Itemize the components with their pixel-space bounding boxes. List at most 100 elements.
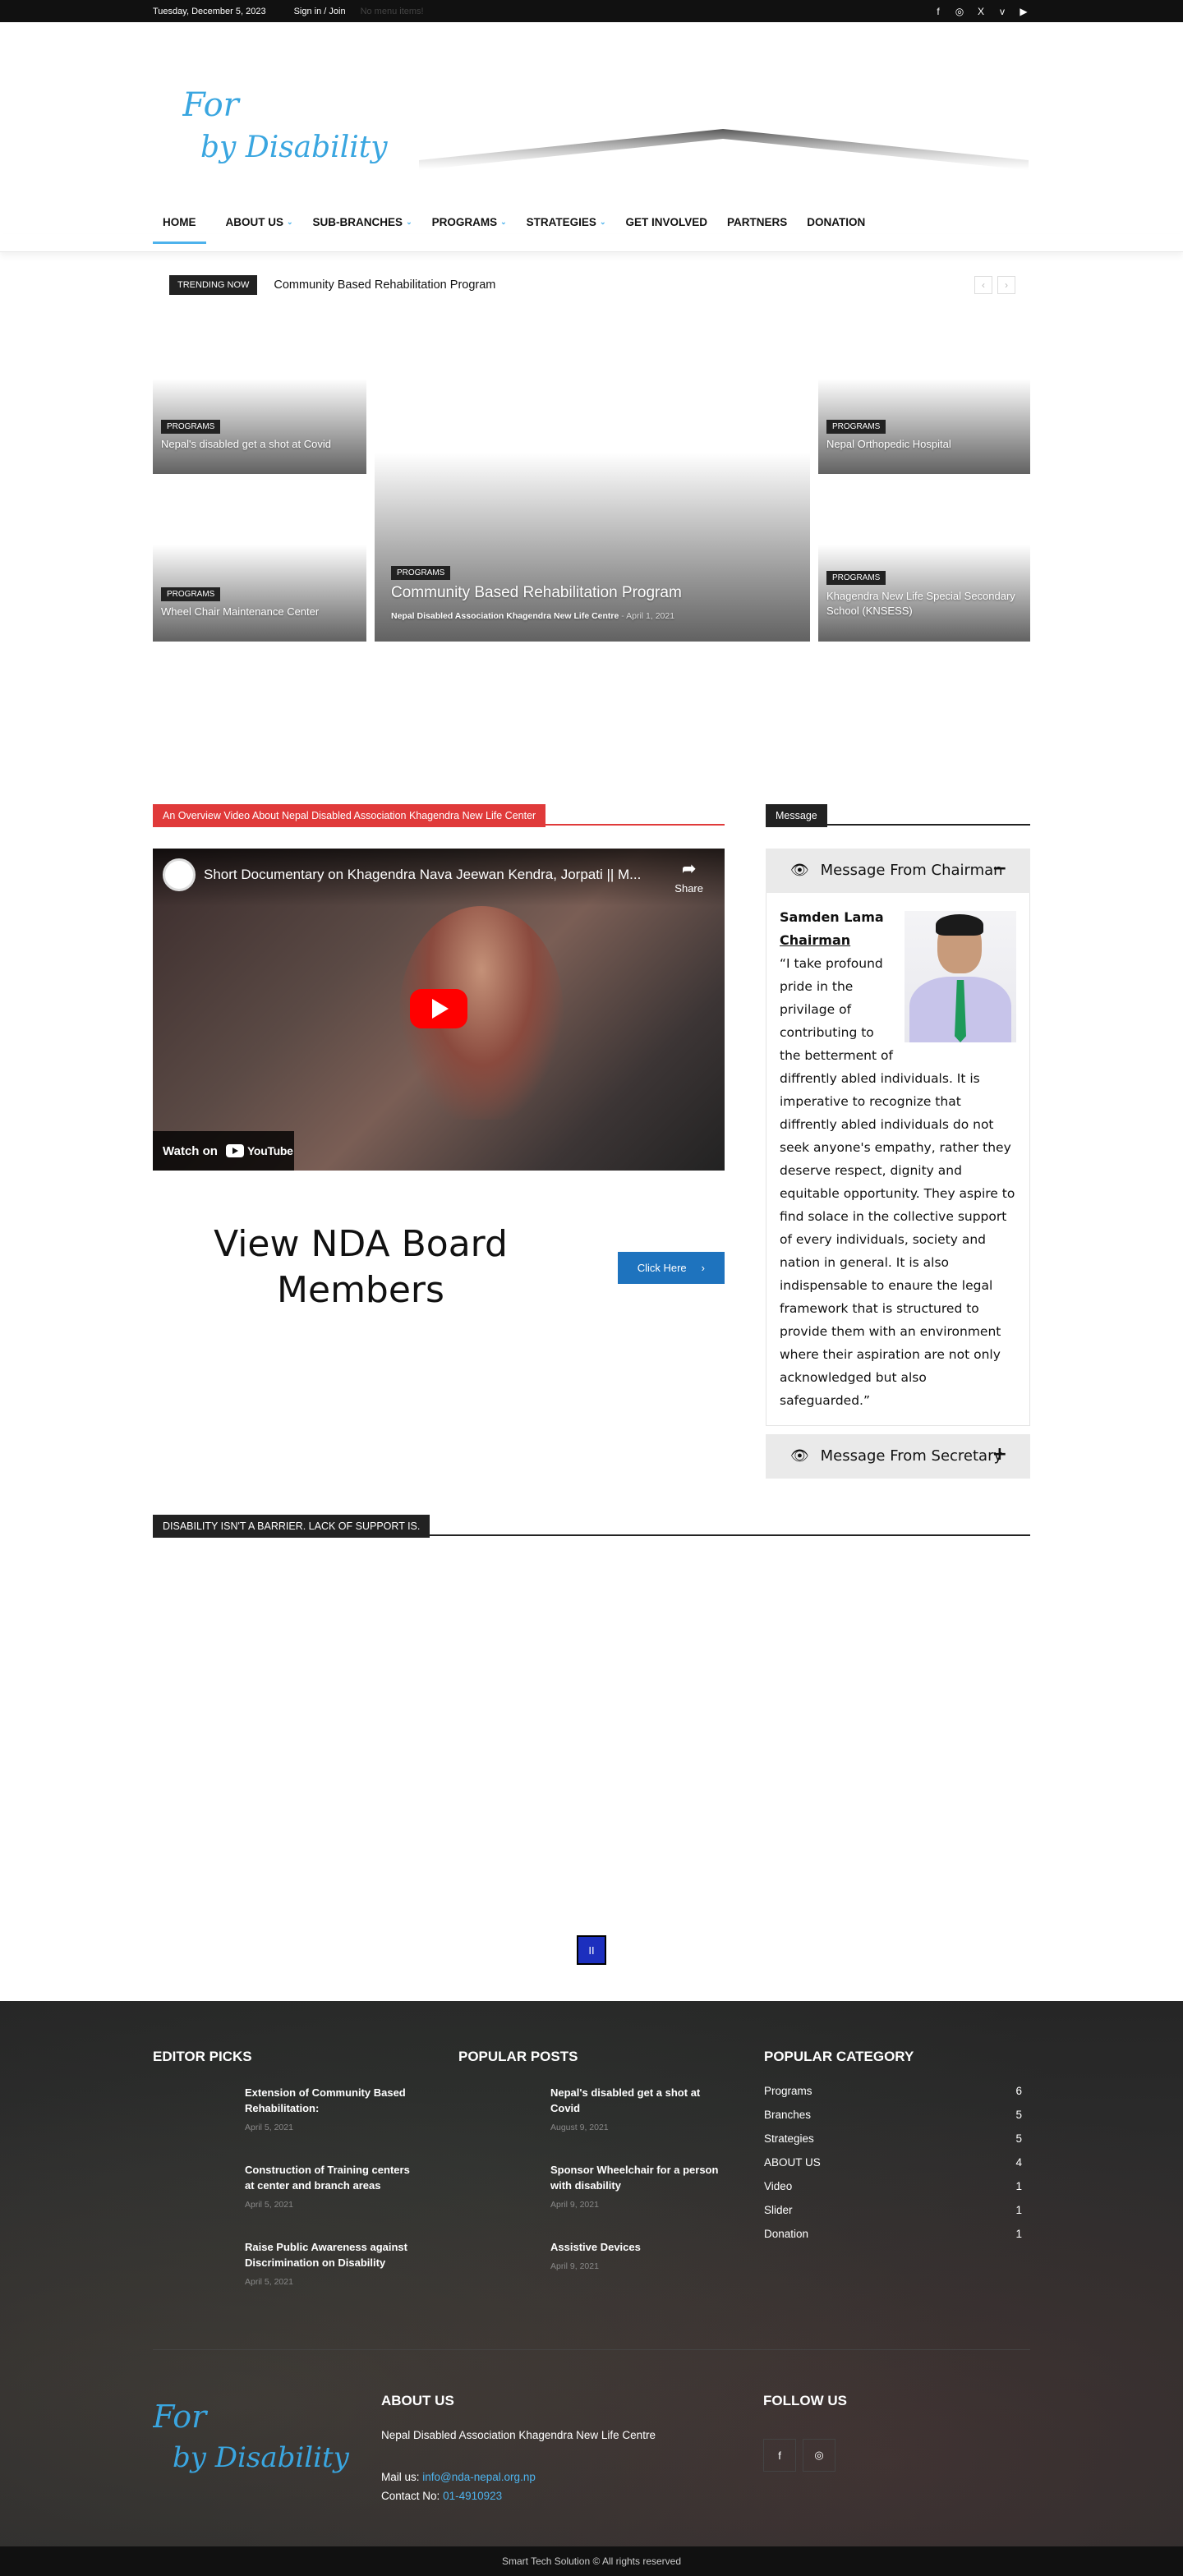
post-title[interactable]: Raise Public Awareness against Discrimin… [245, 2239, 417, 2270]
instagram-icon[interactable]: ◎ [953, 6, 966, 17]
category-badge[interactable]: PROGRAMS [826, 571, 886, 585]
sign-in-link[interactable]: Sign in / Join [294, 7, 346, 16]
secretary-message-heading: Message From Secretary [820, 1447, 1003, 1465]
category-count: 4 [1015, 2156, 1022, 2169]
post-thumbnail[interactable] [458, 2085, 534, 2134]
popular-posts-title: POPULAR POSTS [458, 2049, 578, 2064]
category-badge[interactable]: PROGRAMS [826, 420, 886, 434]
watch-on-youtube-button[interactable]: Watch on YouTube [153, 1131, 294, 1171]
category-item[interactable]: Branches 5 [764, 2109, 1030, 2121]
trending-headline[interactable]: Community Based Rehabilitation Program [274, 278, 495, 292]
slider-pager: II [153, 1935, 1030, 1965]
click-here-button[interactable]: Click Here › [617, 1251, 725, 1284]
category-item[interactable]: ABOUT US 4 [764, 2156, 1030, 2169]
post-title[interactable]: Community Based Rehabilitation Program [391, 584, 682, 602]
email-link[interactable]: info@nda-nepal.org.np [422, 2471, 536, 2483]
post-thumbnail[interactable] [458, 2239, 534, 2288]
featured-post-tile[interactable]: PROGRAMS Nepal Orthopedic Hospital [818, 379, 1030, 474]
chevron-down-icon: ⌄ [287, 217, 293, 226]
featured-post-tile[interactable]: PROGRAMS Wheel Chair Maintenance Center [153, 545, 366, 642]
list-item[interactable]: Assistive Devices April 9, 2021 [458, 2239, 764, 2292]
nav-get-involved[interactable]: GET INVOLVED [625, 209, 707, 234]
featured-post-tile[interactable]: PROGRAMS Khagendra New Life Special Seco… [818, 545, 1030, 642]
secretary-message-toggle[interactable]: 👁 Message From Secretary + [766, 1434, 1030, 1479]
trending-bar: TRENDING NOW Community Based Rehabilitat… [0, 252, 1183, 316]
main-navigation: HOME ABOUT US ⌄ SUB-BRANCHES ⌄ PROGRAMS ⌄ S… [0, 209, 1183, 244]
video-block-title: An Overview Video About Nepal Disabled A… [153, 804, 546, 827]
category-item[interactable]: Slider 1 [764, 2204, 1030, 2216]
category-count: 1 [1015, 2204, 1022, 2216]
category-badge[interactable]: PROGRAMS [391, 566, 451, 580]
youtube-play-icon [225, 1144, 244, 1157]
category-name: Programs [764, 2085, 812, 2097]
video-title[interactable]: Short Documentary on Khagendra Nava Jeew… [204, 867, 641, 883]
list-item[interactable]: Nepal's disabled get a shot at Covid Augu… [458, 2085, 764, 2137]
post-author[interactable]: Nepal Disabled Association Khagendra New… [391, 611, 619, 621]
category-count: 1 [1015, 2228, 1022, 2240]
post-title[interactable]: Extension of Community Based Rehabilitat… [245, 2085, 417, 2116]
category-badge[interactable]: PROGRAMS [161, 420, 221, 434]
category-badge[interactable]: PROGRAMS [161, 587, 221, 601]
share-icon: ➦ [682, 860, 697, 878]
list-item[interactable]: Sponsor Wheelchair for a person with dis… [458, 2162, 764, 2215]
photo-hair [936, 914, 983, 936]
pause-button[interactable]: II [577, 1935, 606, 1965]
list-item[interactable]: Construction of Training centers at cent… [153, 2162, 458, 2215]
featured-post-main[interactable]: PROGRAMS Community Based Rehabilitation … [375, 379, 810, 642]
post-title[interactable]: Sponsor Wheelchair for a person with dis… [550, 2162, 723, 2193]
phone-link[interactable]: 01-4910923 [443, 2490, 502, 2502]
category-item[interactable]: Programs 6 [764, 2085, 1030, 2097]
facebook-icon[interactable]: f [932, 6, 945, 17]
footer-about: ABOUT US Nepal Disabled Association Khag… [381, 2393, 763, 2505]
play-button[interactable] [410, 989, 467, 1028]
channel-avatar[interactable] [163, 858, 196, 891]
chairman-message-toggle[interactable]: 👁 Message From Chairman − [766, 849, 1030, 893]
post-meta: Nepal Disabled Association Khagendra New… [391, 611, 674, 621]
x-twitter-icon[interactable]: X [974, 6, 987, 17]
post-thumbnail[interactable] [153, 2162, 228, 2211]
post-title[interactable]: Nepal Orthopedic Hospital [826, 438, 951, 450]
nav-programs[interactable]: PROGRAMS ⌄ [432, 209, 507, 234]
footer-logo[interactable]: For by Disability [153, 2393, 381, 2483]
nav-about-us[interactable]: ABOUT US ⌄ [226, 209, 293, 234]
post-thumbnail[interactable] [153, 2085, 228, 2134]
nav-partners-label: PARTNERS [727, 215, 788, 228]
post-title[interactable]: Wheel Chair Maintenance Center [161, 605, 319, 618]
category-item[interactable]: Strategies 5 [764, 2132, 1030, 2145]
post-thumbnail[interactable] [153, 2239, 228, 2288]
post-date: August 9, 2021 [550, 2123, 609, 2132]
post-title[interactable]: Khagendra New Life Special Secondary Sch… [826, 589, 1015, 619]
featured-post-tile[interactable]: PROGRAMS Nepal's disabled get a shot at … [153, 379, 366, 474]
category-item[interactable]: Donation 1 [764, 2228, 1030, 2240]
site-logo[interactable]: For by Disability [182, 81, 388, 172]
nav-home[interactable]: HOME [153, 209, 206, 244]
post-thumbnail[interactable] [458, 2162, 534, 2211]
facebook-icon[interactable]: f [763, 2439, 796, 2472]
nav-sub-branches[interactable]: SUB-BRANCHES ⌄ [313, 209, 412, 234]
current-date: Tuesday, December 5, 2023 [153, 6, 266, 16]
post-title[interactable]: Nepal's disabled get a shot at Covid [161, 438, 331, 450]
youtube-logo: YouTube [225, 1144, 293, 1157]
list-item[interactable]: Extension of Community Based Rehabilitat… [153, 2085, 458, 2137]
youtube-icon[interactable]: ▶ [1017, 6, 1030, 17]
svg-text:For: For [182, 86, 242, 124]
video-share-button[interactable]: ➦ Share [674, 858, 703, 895]
post-title[interactable]: Construction of Training centers at cent… [245, 2162, 417, 2193]
nav-sub-branches-label: SUB-BRANCHES [312, 215, 403, 228]
footer-about-text: Nepal Disabled Association Khagendra New… [381, 2429, 656, 2441]
category-item[interactable]: Video 1 [764, 2180, 1030, 2192]
nav-donation[interactable]: DONATION [807, 209, 865, 234]
list-item[interactable]: Raise Public Awareness against Discrimin… [153, 2239, 458, 2292]
category-count: 5 [1015, 2109, 1022, 2121]
site-footer: EDITOR PICKS Extension of Community Base… [0, 2001, 1183, 2576]
post-title[interactable]: Assistive Devices [550, 2239, 723, 2255]
nav-partners[interactable]: PARTNERS [727, 209, 787, 234]
vimeo-icon[interactable]: v [996, 6, 1009, 17]
trending-prev-button[interactable]: ‹ [974, 276, 992, 294]
youtube-video-player[interactable]: Short Documentary on Khagendra Nava Jeew… [153, 849, 725, 1171]
post-title[interactable]: Nepal's disabled get a shot at Covid [550, 2085, 723, 2116]
nav-strategies[interactable]: STRATEGIES ⌄ [527, 209, 606, 234]
video-block-header: An Overview Video About Nepal Disabled A… [153, 804, 725, 827]
trending-next-button[interactable]: › [997, 276, 1015, 294]
instagram-icon[interactable]: ◎ [803, 2439, 835, 2472]
